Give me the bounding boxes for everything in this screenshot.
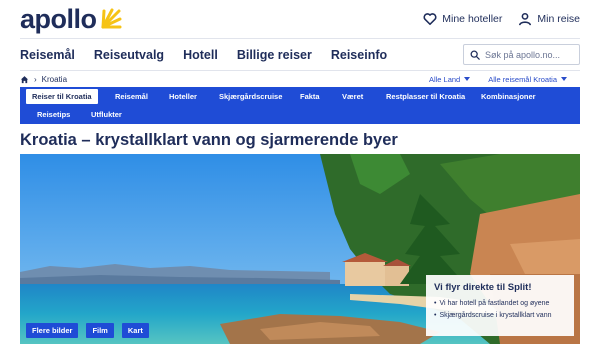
promo-bullet: • Vi har hotell på fastlandet og øyene: [434, 298, 566, 310]
sun-icon: [101, 8, 121, 29]
destination-dropdown[interactable]: Alle reisemål Kroatia: [488, 75, 567, 84]
map-button[interactable]: Kart: [121, 323, 149, 338]
subnav-item-skjaergardscruise[interactable]: Skjærgårdscruise: [219, 89, 282, 104]
subnav-item-fakta[interactable]: Fakta: [300, 89, 320, 104]
my-trip-label: Min reise: [537, 13, 580, 25]
country-dropdown[interactable]: Alle Land: [428, 74, 471, 84]
apollo-logo[interactable]: apollo: [20, 4, 122, 34]
subnav-item-utflukter[interactable]: Utflukter: [91, 107, 122, 122]
nav-item-reiseutvalg[interactable]: Reiseutvalg: [94, 48, 164, 62]
subnav-item-restplasser[interactable]: Restplasser til Kroatia: [386, 89, 465, 104]
header-divider: [20, 38, 580, 39]
my-trip-link[interactable]: Min reise: [518, 12, 580, 26]
subnav-item-kombinasjoner[interactable]: Kombinasjoner: [481, 89, 536, 104]
promo-line-text: Skjærgårdscruise i krystallklart vann: [439, 312, 552, 319]
hero-buttons: Flere bilder Film Kart: [26, 323, 157, 338]
nav-item-hotell[interactable]: Hotell: [183, 48, 218, 62]
main-nav: Reisemål Reiseutvalg Hotell Billige reis…: [20, 44, 406, 66]
breadcrumb-current[interactable]: Kroatia: [42, 75, 67, 84]
search-icon: [470, 50, 480, 60]
my-hotels-link[interactable]: Mine hoteller: [423, 12, 502, 26]
page-title: Kroatia – krystallklart vann og sjarmere…: [20, 131, 398, 149]
filter-selectors: Alle Land Alle reisemål Kroatia: [411, 73, 567, 85]
subnav-item-reisetips[interactable]: Reisetips: [37, 107, 70, 122]
promo-title: Vi flyr direkte til Split!: [434, 282, 532, 293]
promo-line-text: Vi har hotell på fastlandet og øyene: [439, 300, 550, 307]
user-icon: [519, 12, 532, 26]
chevron-down-icon: [561, 77, 567, 81]
promo-box[interactable]: Vi flyr direkte til Split! • Vi har hote…: [426, 275, 574, 336]
bullet-icon: •: [434, 312, 437, 319]
film-button[interactable]: Film: [86, 323, 114, 338]
subnav-item-vaeret[interactable]: Været: [342, 89, 363, 104]
country-dropdown-value: Alle Land: [428, 74, 461, 84]
home-icon[interactable]: [20, 75, 29, 84]
search-box[interactable]: [463, 44, 580, 65]
nav-item-reiseinfo[interactable]: Reiseinfo: [331, 48, 387, 62]
subnav-item-reisemal[interactable]: Reisemål: [115, 89, 148, 104]
nav-item-reisemal[interactable]: Reisemål: [20, 48, 75, 62]
nav-divider: [20, 70, 580, 71]
promo-bullet: • Skjærgårdscruise i krystallklart vann: [434, 310, 566, 322]
logo-wordmark: apollo: [20, 4, 97, 34]
search-input[interactable]: [485, 49, 577, 60]
destination-dropdown-value: Alle reisemål Kroatia: [488, 74, 557, 84]
account-actions: Mine hoteller Min reise: [407, 12, 580, 26]
top-header: apollo Mine hoteller Min reise: [0, 0, 600, 38]
breadcrumb: › Kroatia: [20, 73, 67, 85]
my-hotels-label: Mine hoteller: [442, 13, 503, 25]
chevron-down-icon: [464, 77, 471, 81]
subnav-item-hoteller[interactable]: Hoteller: [169, 89, 197, 104]
nav-item-billige-reiser[interactable]: Billige reiser: [237, 48, 312, 62]
country-subnav: Reiser til Kroatia Reisemål Hoteller Skj…: [20, 87, 580, 124]
heart-icon: [423, 13, 437, 26]
bullet-icon: •: [434, 300, 437, 307]
breadcrumb-separator: ›: [34, 74, 37, 84]
more-photos-button[interactable]: Flere bilder: [26, 323, 79, 338]
hero-image: Flere bilder Film Kart Vi flyr direkte t…: [20, 154, 580, 344]
subnav-item-reiser-til-kroatia[interactable]: Reiser til Kroatia: [26, 89, 98, 104]
